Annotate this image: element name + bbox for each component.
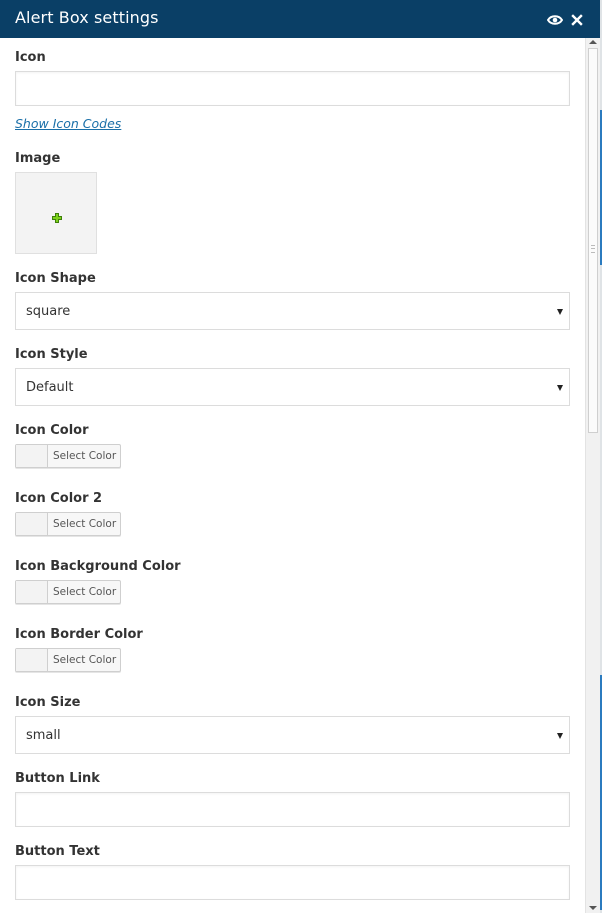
icon-border-color-picker-button[interactable]: Select Color	[15, 648, 121, 672]
plus-icon[interactable]	[52, 208, 62, 223]
settings-header: Alert Box settings	[0, 0, 600, 38]
chevron-down-icon	[557, 309, 563, 315]
icon-color-picker-button[interactable]: Select Color	[15, 444, 121, 468]
select-color-label: Select Color	[53, 450, 117, 462]
color-swatch	[16, 445, 48, 467]
icon-color-label: Icon Color	[15, 423, 89, 438]
select-color-label: Select Color	[53, 654, 117, 666]
icon-shape-value: square	[26, 304, 71, 319]
icon-label: Icon	[15, 50, 46, 65]
icon-style-value: Default	[26, 380, 74, 395]
icon-style-label: Icon Style	[15, 347, 88, 362]
icon-style-select[interactable]: Default	[15, 368, 570, 406]
button-text-input[interactable]	[15, 865, 570, 900]
icon-background-color-label: Icon Background Color	[15, 559, 181, 574]
icon-color-2-picker-button[interactable]: Select Color	[15, 512, 121, 536]
close-icon[interactable]	[568, 11, 586, 29]
icon-color-2-label: Icon Color 2	[15, 491, 103, 506]
color-swatch	[16, 513, 48, 535]
grip-icon	[591, 245, 595, 253]
icon-input[interactable]	[15, 71, 570, 106]
icon-border-color-label: Icon Border Color	[15, 627, 143, 642]
scroll-up-icon[interactable]	[589, 40, 597, 44]
icon-size-select[interactable]: small	[15, 716, 570, 754]
icon-shape-label: Icon Shape	[15, 271, 96, 286]
chevron-down-icon	[557, 733, 563, 739]
image-label: Image	[15, 151, 61, 166]
panel-title: Alert Box settings	[15, 8, 159, 27]
eye-icon[interactable]	[546, 11, 564, 29]
icon-size-value: small	[26, 728, 61, 743]
color-swatch	[16, 649, 48, 671]
select-color-label: Select Color	[53, 518, 117, 530]
chevron-down-icon	[557, 385, 563, 391]
select-color-label: Select Color	[53, 586, 117, 598]
scrollbar-thumb[interactable]	[588, 48, 598, 433]
color-swatch	[16, 581, 48, 603]
image-upload-box[interactable]	[15, 172, 97, 254]
button-link-label: Button Link	[15, 771, 100, 786]
vertical-scrollbar[interactable]	[585, 38, 600, 913]
icon-shape-select[interactable]: square	[15, 292, 570, 330]
show-icon-codes-link[interactable]: Show Icon Codes	[15, 116, 121, 131]
icon-size-label: Icon Size	[15, 695, 81, 710]
button-link-input[interactable]	[15, 792, 570, 827]
icon-background-color-picker-button[interactable]: Select Color	[15, 580, 121, 604]
scroll-down-icon[interactable]	[589, 906, 597, 910]
button-text-label: Button Text	[15, 844, 100, 859]
